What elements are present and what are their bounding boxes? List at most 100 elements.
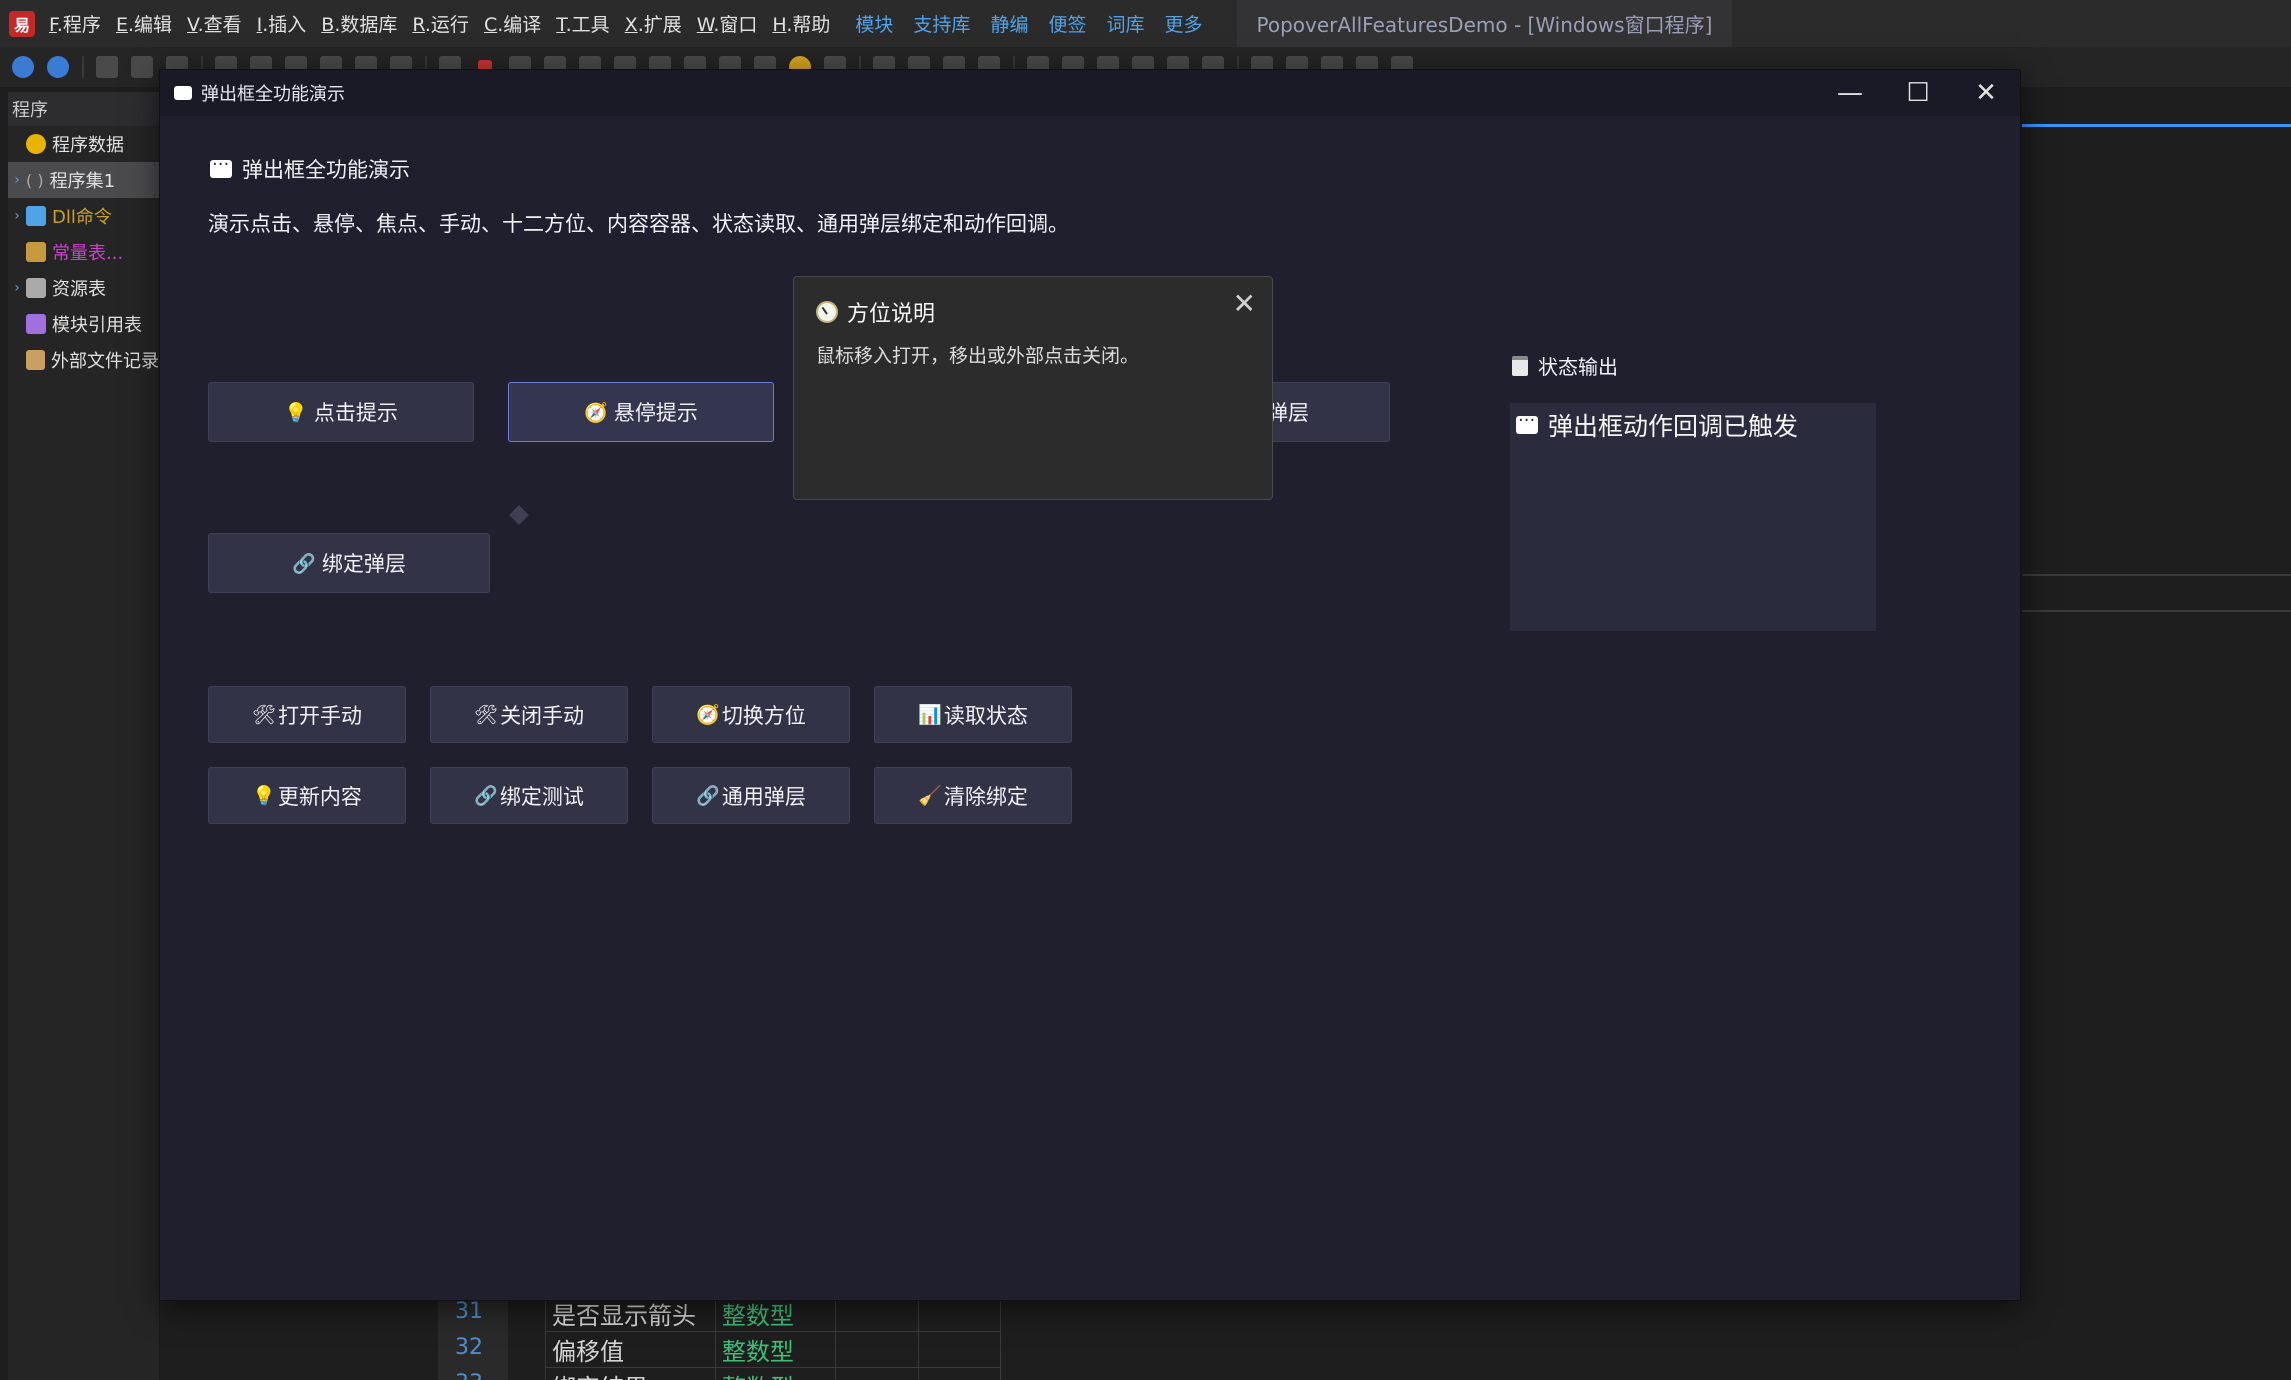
- empty-cell: [834, 1295, 920, 1332]
- table-row[interactable]: 是否显示箭头 整数型: [545, 1295, 1001, 1332]
- param-name-cell: 偏移值: [545, 1331, 716, 1368]
- clipboard-icon: [1512, 355, 1528, 376]
- param-name-cell: 是否显示箭头: [545, 1295, 716, 1332]
- button-icon: 🔗: [474, 785, 498, 807]
- quick-link[interactable]: 更多: [1164, 10, 1202, 37]
- hover-tip-button[interactable]: 🧭 悬停提示: [508, 382, 774, 442]
- bind-layer-button[interactable]: 🔗 绑定弹层: [208, 533, 490, 593]
- tree-item-label: Dll命令: [52, 207, 112, 228]
- generic-layer-button[interactable]: 🔗 通用弹层: [652, 767, 850, 824]
- open-manual-button[interactable]: 🛠 打开手动: [208, 686, 406, 743]
- expand-arrow-icon[interactable]: ›: [8, 280, 26, 296]
- tree-item[interactable]: › 资源表: [8, 270, 159, 306]
- menu-accelerator: W: [696, 14, 714, 36]
- maximize-button[interactable]: ☐: [1884, 70, 1952, 116]
- tree-item[interactable]: › Dll命令: [8, 198, 159, 234]
- menu-label: .插入: [262, 14, 307, 36]
- arrow-marker: [509, 505, 529, 525]
- menu-accelerator: X: [624, 14, 638, 36]
- menu-item[interactable]: C.编译: [484, 10, 541, 37]
- tree-node-icon: [26, 134, 46, 154]
- button-label: 绑定测试: [499, 784, 584, 809]
- button-icon: 💡: [252, 785, 276, 807]
- heading-text: 弹出框全功能演示: [242, 158, 410, 182]
- menu-item[interactable]: R.运行: [412, 10, 469, 37]
- document-tab[interactable]: PopoverAllFeaturesDemo - [Windows窗口程序]: [1236, 0, 1733, 47]
- editor-divider: [2022, 574, 2291, 576]
- click-tip-label: 点击提示: [313, 401, 398, 425]
- read-state-button[interactable]: 📊 读取状态: [874, 686, 1072, 743]
- button-icon: 🧹: [918, 785, 942, 807]
- window-titlebar[interactable]: 弹出框全功能演示 — ☐ ✕: [160, 70, 2020, 116]
- menu-item[interactable]: T.工具: [556, 10, 609, 37]
- tree-item-label: 程序集1: [49, 171, 116, 192]
- layer-button-label: 弹层: [1267, 401, 1309, 425]
- button-label: 打开手动: [278, 703, 363, 728]
- hover-tip-label: 悬停提示: [613, 401, 698, 425]
- popover-close-icon[interactable]: ✕: [1233, 287, 1256, 320]
- menu-accelerator: R: [412, 14, 425, 36]
- menu-item[interactable]: V.查看: [187, 10, 242, 37]
- ide-menubar: 易 F.程序 E.编辑 V.查看 I.插入 B.数据库 R.运行 C.编译 T.工具 X.扩展 W…: [0, 0, 2291, 47]
- window-title: 弹出框全功能演示: [201, 84, 345, 105]
- compass-icon: [816, 301, 838, 323]
- tree-item[interactable]: 程序数据: [8, 126, 159, 162]
- menu-item[interactable]: I.插入: [257, 10, 307, 37]
- tree-node-icon: [26, 278, 46, 298]
- close-button[interactable]: ✕: [1952, 70, 2020, 116]
- menu-label: .编译: [497, 14, 542, 36]
- update-content-button[interactable]: 💡 更新内容: [208, 767, 406, 824]
- popover-title: 方位说明: [816, 296, 935, 328]
- chat-icon: [1516, 410, 1538, 434]
- menu-item[interactable]: H.帮助: [772, 10, 830, 37]
- bulb-icon: 💡: [284, 401, 308, 424]
- back-icon[interactable]: [12, 56, 34, 78]
- switch-placement-button[interactable]: 🧭 切换方位: [652, 686, 850, 743]
- quick-link[interactable]: 便签: [1048, 10, 1086, 37]
- minimize-button[interactable]: —: [1816, 70, 1884, 116]
- expand-arrow-icon[interactable]: ›: [8, 172, 26, 188]
- menu-accelerator: B: [321, 14, 335, 36]
- menu-item[interactable]: E.编辑: [116, 10, 172, 37]
- param-type-cell: 整数型: [714, 1367, 836, 1380]
- table-row[interactable]: 绑定结果整数型: [545, 1367, 1001, 1380]
- empty-cell: [834, 1367, 920, 1380]
- expand-arrow-icon[interactable]: ›: [8, 208, 26, 224]
- demo-window: 弹出框全功能演示 — ☐ ✕ 弹出框全功能演示 演示点击、悬停、焦点、手动、十二…: [160, 70, 2020, 1300]
- open-folder-icon[interactable]: [131, 56, 153, 78]
- braces-icon: ( ): [26, 170, 44, 190]
- app-logo-icon: 易: [9, 10, 35, 37]
- line-number: 33: [455, 1371, 483, 1380]
- menu-label: .工具: [565, 14, 610, 36]
- forward-icon[interactable]: [47, 56, 69, 78]
- click-tip-button[interactable]: 💡 点击提示: [208, 382, 474, 442]
- menu-item[interactable]: X.扩展: [625, 10, 682, 37]
- window-chat-icon: [174, 86, 192, 100]
- tree-item[interactable]: ›( ) 程序集1: [8, 162, 159, 198]
- menu-item[interactable]: F.程序: [49, 10, 101, 37]
- tree-item[interactable]: 常量表...: [8, 234, 159, 270]
- page-heading: 弹出框全功能演示: [210, 154, 410, 184]
- menu-item[interactable]: W.窗口: [697, 10, 758, 37]
- tree-item[interactable]: 外部文件记录: [8, 342, 159, 378]
- table-row[interactable]: 偏移值 整数型: [545, 1331, 1001, 1368]
- button-icon: 🛠: [473, 704, 499, 726]
- clear-binding-button[interactable]: 🧹 清除绑定: [874, 767, 1072, 824]
- tree-node-icon: [26, 206, 46, 226]
- menu-accelerator: E: [115, 14, 128, 36]
- menu-label: .程序: [56, 14, 101, 36]
- new-file-icon[interactable]: [96, 56, 118, 78]
- tree-item[interactable]: 模块引用表: [8, 306, 159, 342]
- quick-link[interactable]: 模块: [855, 10, 893, 37]
- button-label: 切换方位: [721, 703, 806, 728]
- button-icon: 🧭: [696, 704, 720, 726]
- menu-item[interactable]: B.数据库: [321, 10, 397, 37]
- quick-link[interactable]: 词库: [1106, 10, 1144, 37]
- param-name-cell: 绑定结果: [545, 1367, 716, 1380]
- menu-label: .运行: [424, 14, 469, 36]
- quick-link[interactable]: 静编: [990, 10, 1028, 37]
- bind-test-button[interactable]: 🔗 绑定测试: [430, 767, 628, 824]
- empty-cell: [918, 1295, 1001, 1332]
- close-manual-button[interactable]: 🛠 关闭手动: [430, 686, 628, 743]
- quick-link[interactable]: 支持库: [913, 10, 970, 37]
